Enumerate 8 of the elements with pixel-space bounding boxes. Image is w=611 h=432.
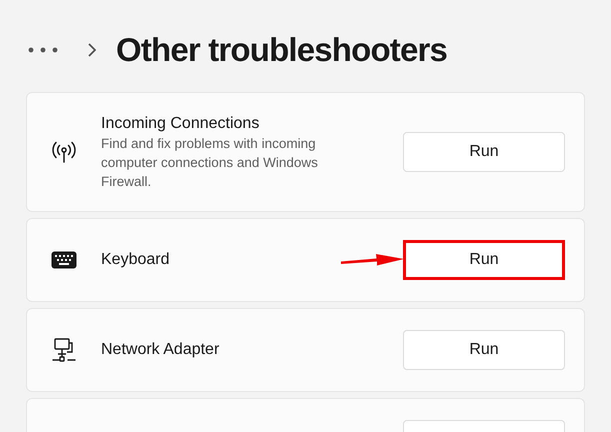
run-button[interactable]: Run: [403, 132, 565, 172]
page-title: Other troubleshooters: [116, 30, 448, 70]
run-button[interactable]: Run: [403, 330, 565, 370]
item-title: Incoming Connections: [101, 114, 260, 134]
item-title: Network Adapter: [101, 340, 220, 360]
run-button[interactable]: Run: [403, 240, 565, 280]
item-title: Keyboard: [101, 250, 170, 270]
item-description: Find and fix problems with incoming computer connections and Windows Firewall.: [101, 134, 319, 190]
